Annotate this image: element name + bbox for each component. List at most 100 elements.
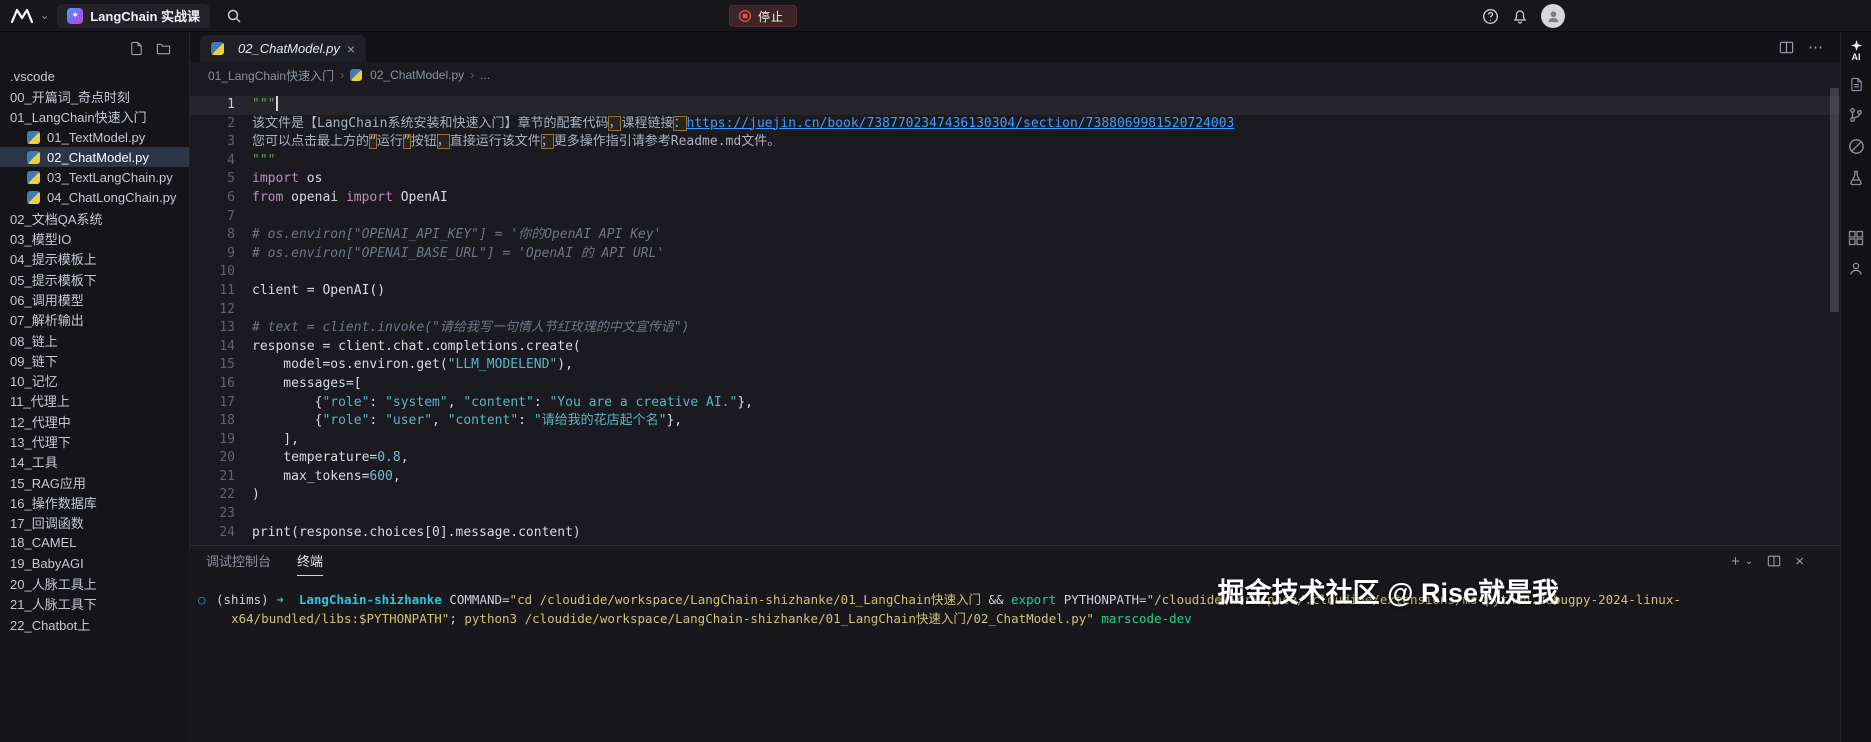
code-line[interactable]: 3您可以点击最上方的“运行”按钮，直接运行该文件；更多操作指引请参考Readme… — [190, 133, 1840, 152]
breadcrumb-item[interactable]: ... — [480, 68, 490, 82]
file-tree-item[interactable]: 02_ChatModel.py — [0, 147, 189, 167]
code-editor[interactable]: 1"""2该文件是【LangChain系统安装和快速入门】章节的配套代码，课程链… — [190, 88, 1840, 545]
new-folder-icon[interactable] — [156, 41, 171, 56]
file-tree-item[interactable]: 17_回调函数 — [0, 513, 189, 533]
git-branch-icon[interactable] — [1848, 107, 1864, 123]
file-tree-item[interactable]: 11_代理上 — [0, 391, 189, 411]
file-tree-item[interactable]: 15_RAG应用 — [0, 472, 189, 492]
file-tree-item[interactable]: 19_BabyAGI — [0, 553, 189, 573]
extensions-grid-icon[interactable] — [1848, 230, 1864, 246]
breadcrumb-item[interactable]: 01_LangChain快速入门 — [208, 67, 334, 84]
explorer-actions — [0, 32, 189, 64]
code-line[interactable]: 1""" — [190, 96, 1840, 115]
code-line[interactable]: 5import os — [190, 170, 1840, 189]
file-tree-item[interactable]: 14_工具 — [0, 452, 189, 472]
topbar-right-actions — [1482, 0, 1565, 32]
code-line[interactable]: 15 model=os.environ.get("LLM_MODELEND"), — [190, 356, 1840, 375]
document-icon[interactable] — [1849, 77, 1864, 92]
file-tree-item[interactable]: 01_LangChain快速入门 — [0, 107, 189, 127]
code-line[interactable]: 20 temperature=0.8, — [190, 449, 1840, 468]
file-tree-item[interactable]: 04_ChatLongChain.py — [0, 188, 189, 208]
tests-flask-icon[interactable] — [1848, 170, 1864, 186]
tab-02-chatmodel[interactable]: 02_ChatModel.py × — [200, 35, 366, 62]
code-token: temperature= — [252, 450, 377, 465]
line-number: 23 — [190, 505, 235, 524]
file-tree-item[interactable]: 12_代理中 — [0, 411, 189, 431]
file-tree-item[interactable]: 03_TextLangChain.py — [0, 167, 189, 187]
notifications-bell-icon[interactable] — [1512, 8, 1528, 24]
chevron-down-icon[interactable]: ⌄ — [40, 9, 49, 22]
code-token: "请给我的花店起个名" — [534, 413, 667, 428]
file-tree-item[interactable]: 13_代理下 — [0, 431, 189, 451]
more-actions-icon[interactable]: ⋯ — [1808, 38, 1824, 56]
file-tree-item[interactable]: 20_人脉工具上 — [0, 573, 189, 593]
new-file-icon[interactable] — [129, 41, 144, 56]
workspace-switcher[interactable]: ✦ LangChain 实战课 — [57, 4, 210, 28]
code-line[interactable]: 9# os.environ["OPENAI_BASE_URL"] = 'Open… — [190, 245, 1840, 264]
code-link[interactable]: https://juejin.cn/book/73877023474361303… — [687, 116, 1235, 131]
file-tree-item[interactable]: 05_提示模板下 — [0, 269, 189, 289]
file-tree-item[interactable]: 03_模型IO — [0, 228, 189, 248]
ai-assistant-icon[interactable]: AI — [1851, 40, 1862, 62]
terminal-output[interactable]: ○ (shims) ➜ LangChain-shizhanke COMMAND=… — [190, 576, 1840, 742]
terminal-dropdown-chevron-icon[interactable]: ⌄ — [1745, 556, 1753, 567]
python-file-icon — [27, 171, 40, 184]
new-terminal-icon[interactable]: + — [1731, 554, 1740, 569]
file-tree-item[interactable]: 09_链下 — [0, 350, 189, 370]
code-line[interactable]: 14response = client.chat.completions.cre… — [190, 338, 1840, 357]
code-line[interactable]: 21 max_tokens=600, — [190, 468, 1840, 487]
code-line[interactable]: 12 — [190, 301, 1840, 320]
user-avatar[interactable] — [1541, 4, 1565, 28]
code-line[interactable]: 11client = OpenAI() — [190, 282, 1840, 301]
code-line[interactable]: 19 ], — [190, 431, 1840, 450]
file-tree-item[interactable]: 07_解析输出 — [0, 310, 189, 330]
file-tree-item[interactable]: 02_文档QA系统 — [0, 208, 189, 228]
file-label: 17_回调函数 — [10, 513, 84, 532]
code-line[interactable]: 6from openai import OpenAI — [190, 189, 1840, 208]
file-tree-item[interactable]: 18_CAMEL — [0, 533, 189, 553]
file-tree-item[interactable]: 01_TextModel.py — [0, 127, 189, 147]
split-editor-icon[interactable] — [1779, 40, 1794, 55]
file-tree-item[interactable]: .vscode — [0, 66, 189, 86]
code-line[interactable]: 4""" — [190, 152, 1840, 171]
circle-slash-icon[interactable] — [1848, 138, 1865, 155]
code-token: ” — [403, 134, 411, 149]
stop-run-button[interactable]: 停止 — [729, 5, 797, 27]
file-tree-item[interactable]: 10_记忆 — [0, 370, 189, 390]
app-logo-icon[interactable] — [10, 8, 34, 24]
code-line[interactable]: 2该文件是【LangChain系统安装和快速入门】章节的配套代码，课程链接：ht… — [190, 115, 1840, 134]
code-line[interactable]: 16 messages=[ — [190, 375, 1840, 394]
code-token: ), — [557, 357, 573, 372]
code-line[interactable]: 23 — [190, 505, 1840, 524]
help-icon[interactable] — [1482, 8, 1499, 25]
file-tree-item[interactable]: 06_调用模型 — [0, 289, 189, 309]
code-line[interactable]: 7 — [190, 208, 1840, 227]
close-panel-icon[interactable]: × — [1795, 554, 1804, 569]
file-label: 04_ChatLongChain.py — [47, 190, 176, 205]
account-icon[interactable] — [1848, 261, 1864, 277]
python-file-icon — [27, 191, 40, 204]
split-terminal-icon[interactable] — [1767, 554, 1781, 568]
editor-scrollbar[interactable] — [1830, 88, 1839, 312]
python-file-icon — [27, 151, 40, 164]
file-tree-item[interactable]: 16_操作数据库 — [0, 492, 189, 512]
code-token: 课程链接 — [621, 116, 673, 131]
file-tree-item[interactable]: 00_开篇词_奇点时刻 — [0, 86, 189, 106]
panel-tab-terminal[interactable]: 终端 — [297, 546, 323, 576]
file-tree-item[interactable]: 21_人脉工具下 — [0, 594, 189, 614]
search-icon[interactable] — [226, 8, 242, 24]
code-line[interactable]: 10 — [190, 263, 1840, 282]
file-tree-item[interactable]: 08_链上 — [0, 330, 189, 350]
code-line[interactable]: 18 {"role": "user", "content": "请给我的花店起个… — [190, 412, 1840, 431]
close-tab-icon[interactable]: × — [347, 42, 355, 56]
code-line[interactable]: 13# text = client.invoke("请给我写一句情人节红玫瑰的中… — [190, 319, 1840, 338]
file-tree-item[interactable]: 22_Chatbot上 — [0, 614, 189, 634]
file-tree-item[interactable]: 04_提示模板上 — [0, 249, 189, 269]
code-line[interactable]: 24print(response.choices[0].message.cont… — [190, 524, 1840, 543]
code-line[interactable]: 22) — [190, 486, 1840, 505]
code-line[interactable]: 17 {"role": "system", "content": "You ar… — [190, 394, 1840, 413]
panel-tab-debug-console[interactable]: 调试控制台 — [206, 546, 271, 576]
breadcrumb-item[interactable]: 02_ChatModel.py — [370, 68, 464, 82]
code-line[interactable]: 8# os.environ["OPENAI_API_KEY"] = '你的Ope… — [190, 226, 1840, 245]
code-token: "You are a creative AI." — [549, 395, 737, 410]
